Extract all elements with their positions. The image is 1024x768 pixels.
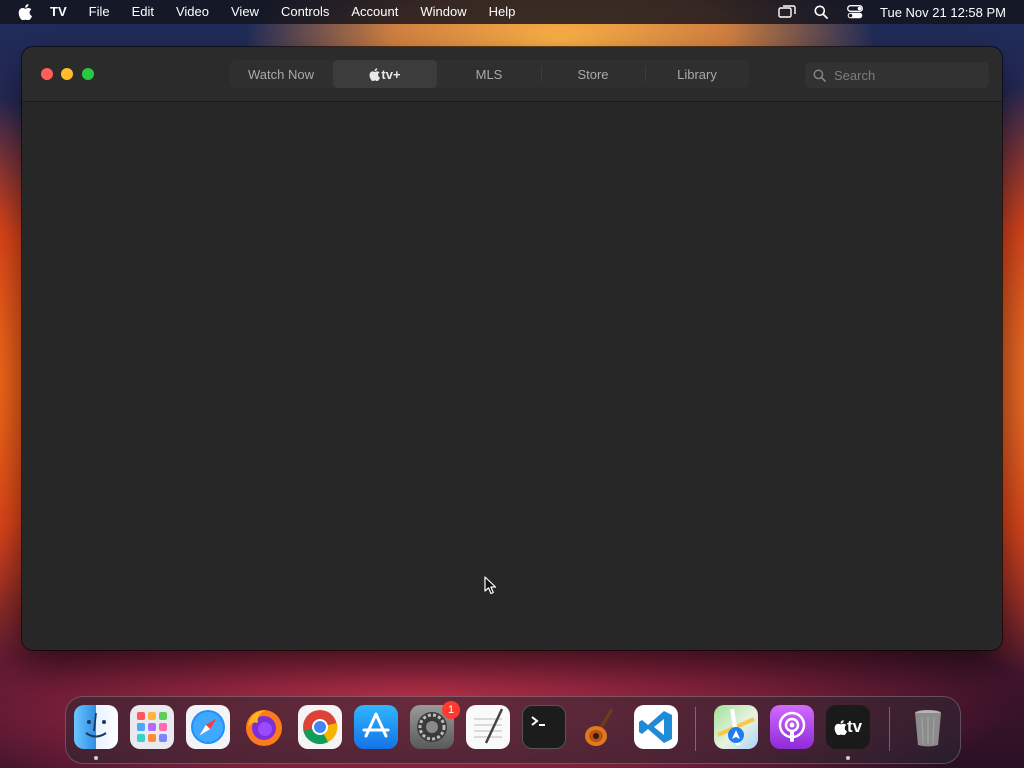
menu-account[interactable]: Account — [340, 0, 409, 24]
menu-window[interactable]: Window — [409, 0, 477, 24]
search-field[interactable] — [804, 61, 990, 89]
spotlight-search-icon[interactable] — [812, 4, 830, 20]
tv-app-window: Watch Now tv+ MLS Store Library — [22, 47, 1002, 650]
menu-help[interactable]: Help — [478, 0, 527, 24]
menu-bar: TV File Edit Video View Controls Account… — [0, 0, 1024, 24]
tab-mls[interactable]: MLS — [437, 60, 541, 88]
system-settings-icon[interactable]: 1 — [410, 701, 460, 749]
control-center-icon[interactable] — [846, 4, 864, 20]
firefox-icon[interactable] — [242, 705, 286, 749]
maps-icon[interactable] — [714, 705, 758, 749]
finder-running-indicator — [94, 756, 98, 760]
textedit-icon[interactable] — [466, 705, 510, 749]
tv-running-indicator — [846, 756, 850, 760]
search-icon — [813, 68, 827, 82]
minimize-window-button[interactable] — [61, 68, 73, 80]
search-input[interactable] — [834, 67, 974, 83]
dock: 1 tv — [65, 696, 961, 764]
safari-icon[interactable] — [186, 705, 230, 749]
tab-label: Watch Now — [248, 66, 314, 82]
fullscreen-window-button[interactable] — [82, 68, 94, 80]
terminal-icon[interactable] — [522, 705, 566, 749]
tab-label: Store — [577, 66, 609, 82]
trash-icon[interactable] — [906, 705, 950, 749]
tab-label: tv+ — [381, 66, 401, 82]
finder-icon[interactable] — [74, 705, 118, 749]
tab-label: MLS — [475, 66, 503, 82]
tv-icon-label: tv — [846, 717, 863, 736]
menu-view[interactable]: View — [220, 0, 270, 24]
tab-apple-tv-plus[interactable]: tv+ — [333, 60, 437, 88]
dock-separator — [889, 707, 890, 751]
apple-logo-icon — [369, 67, 381, 81]
app-store-icon[interactable] — [354, 705, 398, 749]
menu-edit[interactable]: Edit — [121, 0, 165, 24]
screen-mirroring-icon[interactable] — [778, 4, 796, 20]
tab-label: Library — [677, 66, 717, 82]
menu-file[interactable]: File — [78, 0, 121, 24]
main-content-area — [22, 102, 1002, 650]
navigation-tabs: Watch Now tv+ MLS Store Library — [229, 60, 749, 88]
menu-controls[interactable]: Controls — [270, 0, 340, 24]
garageband-icon[interactable] — [578, 705, 622, 749]
menu-video[interactable]: Video — [165, 0, 220, 24]
apple-icon[interactable] — [18, 4, 32, 20]
tab-library[interactable]: Library — [645, 60, 749, 88]
menubar-clock[interactable]: Tue Nov 21 12:58 PM — [880, 5, 1006, 20]
tab-watch-now[interactable]: Watch Now — [229, 60, 333, 88]
dock-separator — [695, 707, 696, 751]
apple-logo-icon — [834, 719, 847, 735]
podcasts-icon[interactable] — [770, 705, 814, 749]
close-window-button[interactable] — [41, 68, 53, 80]
notification-badge: 1 — [442, 701, 460, 719]
chrome-icon[interactable] — [298, 705, 342, 749]
mouse-pointer-icon — [484, 576, 498, 596]
apple-tv-icon[interactable]: tv — [826, 705, 870, 749]
vscode-icon[interactable] — [634, 705, 678, 749]
tab-store[interactable]: Store — [541, 60, 645, 88]
launchpad-icon[interactable] — [130, 705, 174, 749]
window-toolbar: Watch Now tv+ MLS Store Library — [22, 47, 1002, 102]
menu-app-name[interactable]: TV — [46, 0, 78, 24]
